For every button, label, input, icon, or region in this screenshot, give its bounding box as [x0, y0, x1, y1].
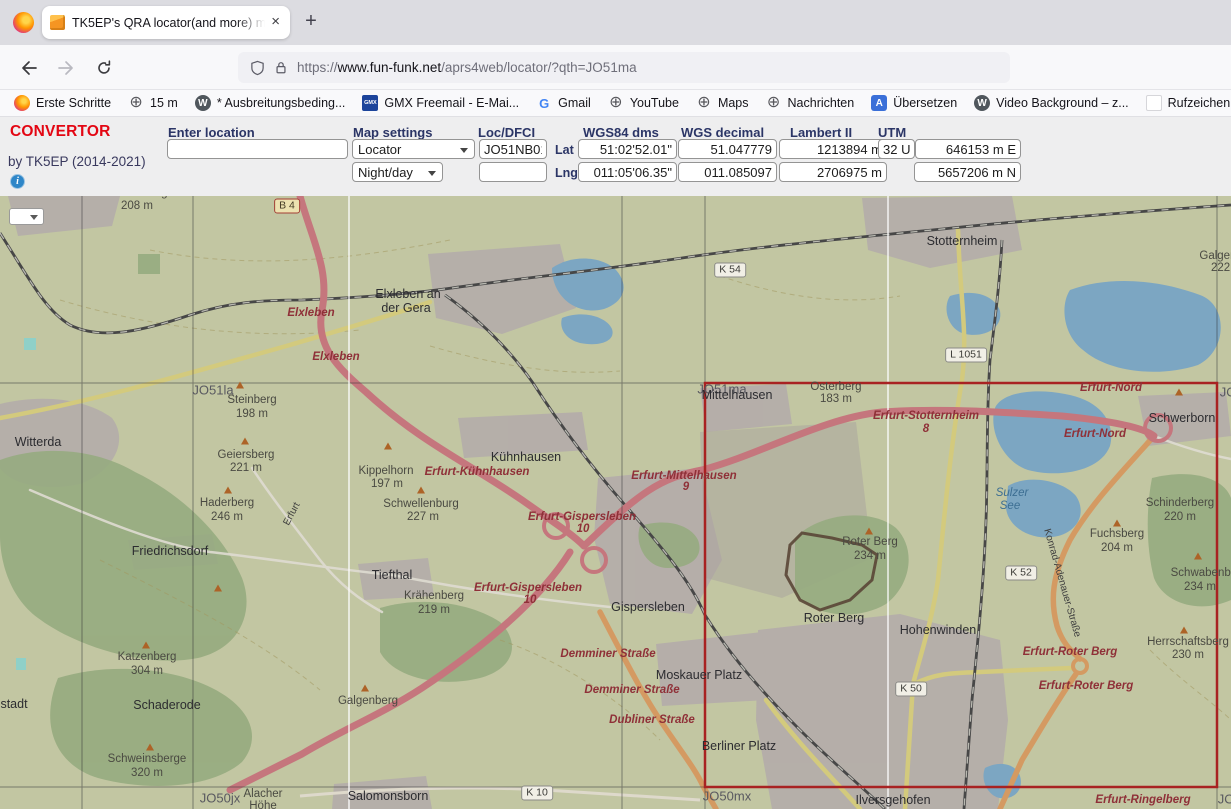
bookmark-label: Gmail: [558, 96, 591, 110]
lat-dms-input[interactable]: [578, 139, 677, 159]
navigation-bar: https://www.fun-funk.net/aprs4web/locato…: [0, 45, 1231, 90]
nightday-select[interactable]: Night/day: [352, 162, 443, 182]
bookmark-label: YouTube: [630, 96, 679, 110]
info-icon[interactable]: i: [10, 174, 25, 189]
map-tiles: [0, 196, 1231, 809]
globe-icon: ⊕: [128, 95, 144, 111]
lambert-y-input[interactable]: [779, 162, 887, 182]
back-icon[interactable]: [16, 56, 40, 80]
blank-icon: [1146, 95, 1162, 111]
peak-icon: [146, 744, 154, 751]
utm-label: UTM: [878, 125, 906, 140]
peak-icon: [361, 685, 369, 692]
bookmark-item[interactable]: ⊕ Maps: [696, 95, 749, 111]
locator-select-value: Locator: [358, 142, 401, 157]
translate-icon: A: [871, 95, 887, 111]
tab-title: TK5EP's QRA locator(and more) m: [72, 16, 265, 30]
utm-zone-input[interactable]: [878, 139, 915, 159]
app-title: CONVERTOR: [10, 123, 111, 141]
bookmark-item[interactable]: ⊕ 15 m: [128, 95, 178, 111]
globe-icon: ⊕: [696, 95, 712, 111]
bookmark-item[interactable]: ⊕ YouTube: [608, 95, 679, 111]
wordpress-icon: W: [974, 95, 990, 111]
site-favicon-icon: [50, 15, 65, 30]
bookmark-item[interactable]: GMX GMX Freemail - E-Mai...: [362, 95, 519, 111]
bookmark-item[interactable]: A Übersetzen: [871, 95, 957, 111]
peak-icon: [236, 382, 244, 389]
reload-icon[interactable]: [92, 56, 116, 80]
peak-icon: [224, 487, 232, 494]
map-settings-label: Map settings: [353, 125, 432, 140]
peak-icon: [214, 585, 222, 592]
dfci-input[interactable]: [479, 162, 547, 182]
peak-icon: [142, 642, 150, 649]
utm-northing-input[interactable]: [914, 162, 1021, 182]
app-byline: by TK5EP (2014-2021): [8, 154, 146, 169]
nightday-select-value: Night/day: [358, 165, 413, 180]
bookmarks-bar: Erste Schritte ⊕ 15 m W * Ausbreitungsbeding…: [0, 90, 1231, 117]
enter-location-label: Enter location: [168, 125, 255, 140]
lambert-x-input[interactable]: [779, 139, 887, 159]
bookmark-item[interactable]: G Gmail: [536, 95, 591, 111]
bookmark-label: Erste Schritte: [36, 96, 111, 110]
locator-input[interactable]: [479, 139, 547, 159]
utm-easting-input[interactable]: [915, 139, 1021, 159]
peak-icon: [1175, 389, 1183, 396]
peak-icon: [384, 443, 392, 450]
globe-icon: ⊕: [608, 95, 624, 111]
peak-icon: [1180, 627, 1188, 634]
lambert-label: Lambert II: [790, 125, 852, 140]
locator-select[interactable]: Locator: [352, 139, 475, 159]
map-layer-dropdown[interactable]: [9, 208, 44, 225]
bookmark-label: Nachrichten: [788, 96, 855, 110]
firefox-icon: [14, 95, 30, 111]
bookmark-label: GMX Freemail - E-Mai...: [384, 96, 519, 110]
lock-icon: [274, 60, 288, 75]
browser-tab[interactable]: TK5EP's QRA locator(and more) m ×: [42, 6, 290, 39]
bookmark-label: Video Background – z...: [996, 96, 1129, 110]
convertor-panel: CONVERTOR by TK5EP (2014-2021) i Enter l…: [0, 117, 1231, 196]
url-host: www.fun-funk.net: [338, 60, 442, 75]
wgs-decimal-label: WGS decimal: [681, 125, 764, 140]
peak-icon: [865, 528, 873, 535]
bookmark-item[interactable]: W * Ausbreitungsbeding...: [195, 95, 346, 111]
tab-bar: TK5EP's QRA locator(and more) m × +: [0, 0, 1231, 45]
forward-icon[interactable]: [54, 56, 78, 80]
bookmark-item[interactable]: Rufzeichenliste_AFU.p...: [1146, 95, 1231, 111]
bookmark-label: Maps: [718, 96, 749, 110]
url-scheme: https://: [297, 60, 338, 75]
url-text: https://www.fun-funk.net/aprs4web/locato…: [297, 60, 637, 75]
bookmark-item[interactable]: Erste Schritte: [14, 95, 111, 111]
bookmark-label: Übersetzen: [893, 96, 957, 110]
gmx-icon: GMX: [362, 95, 378, 111]
map-canvas[interactable]: Waisenberg208 mB 4StotternheimK 54Galgen…: [0, 196, 1231, 809]
google-icon: G: [536, 95, 552, 111]
location-input[interactable]: [167, 139, 348, 159]
new-tab-button[interactable]: +: [297, 8, 325, 36]
firefox-logo-icon[interactable]: [13, 12, 34, 33]
tab-close-icon[interactable]: ×: [265, 13, 282, 32]
lng-decimal-input[interactable]: [678, 162, 777, 182]
lng-label: Lng: [555, 166, 578, 180]
shield-icon: [250, 60, 265, 76]
bookmark-item[interactable]: W Video Background – z...: [974, 95, 1129, 111]
lat-label: Lat: [555, 143, 574, 157]
globe-icon: ⊕: [766, 95, 782, 111]
peak-icon: [1113, 520, 1121, 527]
url-bar[interactable]: https://www.fun-funk.net/aprs4web/locato…: [238, 52, 1010, 83]
bookmark-label: 15 m: [150, 96, 178, 110]
wgs84-dms-label: WGS84 dms: [583, 125, 659, 140]
bookmark-item[interactable]: ⊕ Nachrichten: [766, 95, 855, 111]
bookmark-label: * Ausbreitungsbeding...: [217, 96, 346, 110]
loc-dfci-label: Loc/DFCI: [478, 125, 535, 140]
peak-icon: [417, 487, 425, 494]
bookmark-label: Rufzeichenliste_AFU.p...: [1168, 96, 1231, 110]
url-path: /aprs4web/locator/?qth=JO51ma: [441, 60, 637, 75]
peak-icon: [1194, 553, 1202, 560]
wordpress-icon: W: [195, 95, 211, 111]
lat-decimal-input[interactable]: [678, 139, 777, 159]
peak-icon: [241, 438, 249, 445]
lng-dms-input[interactable]: [578, 162, 677, 182]
